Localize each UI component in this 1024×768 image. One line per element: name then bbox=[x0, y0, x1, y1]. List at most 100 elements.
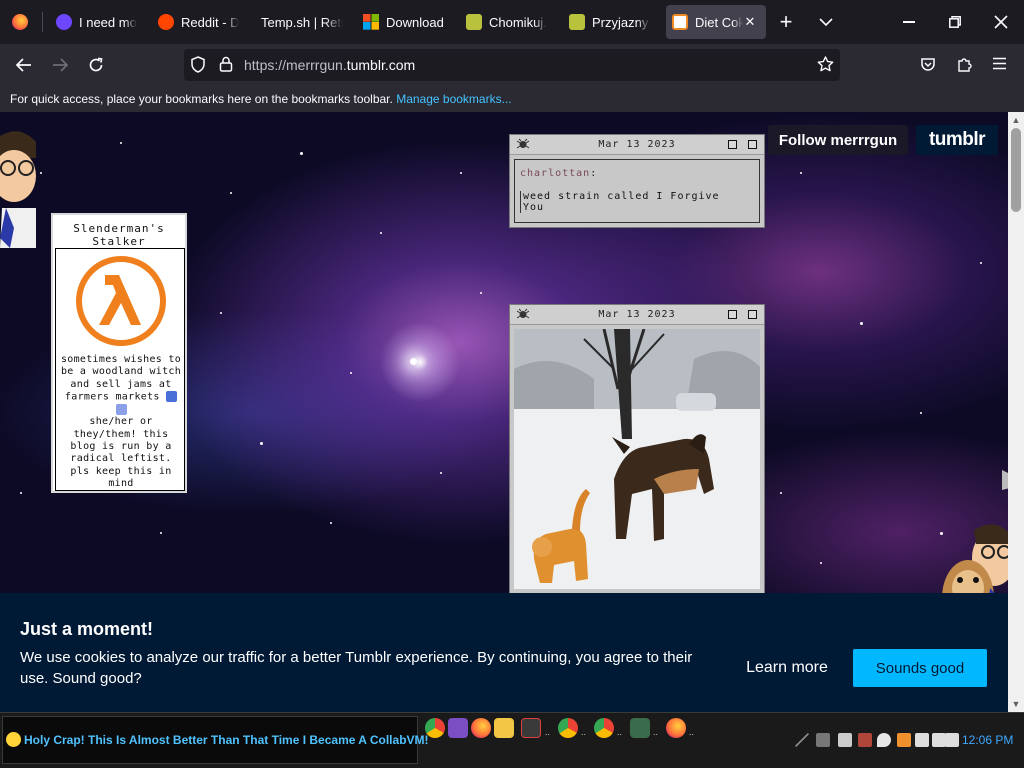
halflife-icon bbox=[672, 14, 688, 30]
app-tray-icon[interactable] bbox=[858, 733, 872, 747]
taskbar-overflow-dots: .. bbox=[653, 727, 659, 737]
restore-button[interactable] bbox=[932, 0, 978, 44]
droplet-tray-icon[interactable] bbox=[877, 733, 891, 747]
tab-label: Przyjazny d bbox=[592, 14, 650, 30]
post-minimize-button[interactable] bbox=[728, 310, 737, 319]
post-date: Mar 13 2023 bbox=[598, 309, 676, 320]
taskbar-overflow-dots: .. bbox=[617, 727, 623, 737]
bookmarks-toolbar: For quick access, place your bookmarks h… bbox=[0, 85, 1024, 112]
reload-icon bbox=[89, 57, 103, 72]
visual-studio-taskbar-icon[interactable] bbox=[448, 718, 468, 738]
extensions-icon[interactable] bbox=[956, 56, 972, 72]
new-tab-button[interactable]: + bbox=[764, 0, 808, 44]
decorative-sticker-fragment bbox=[1002, 470, 1008, 490]
chrome-taskbar-icon[interactable] bbox=[558, 718, 578, 738]
hamburger-menu-icon[interactable] bbox=[992, 57, 1007, 70]
battery-tray-icon[interactable] bbox=[945, 733, 959, 747]
close-icon bbox=[994, 15, 1008, 29]
smiley-icon[interactable] bbox=[6, 732, 21, 747]
tab-1[interactable]: I need mo bbox=[56, 0, 140, 44]
tab-active[interactable]: Diet Cok ✕ bbox=[666, 5, 766, 39]
list-all-tabs-button[interactable] bbox=[804, 0, 848, 44]
url-domain: tumblr.com bbox=[346, 57, 416, 73]
openai-icon bbox=[56, 14, 72, 30]
sounds-good-button[interactable]: Sounds good bbox=[853, 649, 987, 687]
chrome-taskbar-icon[interactable] bbox=[425, 718, 445, 738]
taskbar-overflow-dots: .. bbox=[581, 727, 587, 737]
app-tray-icon[interactable] bbox=[897, 733, 911, 747]
cookie-text: We use cookies to analyze our traffic fo… bbox=[20, 649, 693, 687]
close-window-button[interactable] bbox=[978, 0, 1024, 44]
windows-icon bbox=[363, 14, 379, 30]
scrollbar-thumb[interactable] bbox=[1011, 128, 1021, 212]
lock-icon[interactable] bbox=[219, 56, 233, 72]
back-button[interactable] bbox=[9, 50, 39, 80]
post-date: Mar 13 2023 bbox=[598, 139, 676, 150]
tab-4[interactable]: Download bbox=[363, 0, 447, 44]
app-tray-icon[interactable] bbox=[838, 733, 852, 747]
forward-button[interactable] bbox=[45, 50, 75, 80]
tab-label: Chomikuj.p bbox=[489, 14, 547, 30]
taskbar-clock[interactable]: 12:06 PM bbox=[962, 733, 1013, 747]
reddit-icon bbox=[158, 14, 174, 30]
minimize-button[interactable] bbox=[886, 0, 932, 44]
page-icon bbox=[569, 14, 585, 30]
firefox-taskbar-icon[interactable] bbox=[471, 718, 491, 738]
tracking-protection-shield-icon[interactable] bbox=[190, 56, 206, 73]
file-explorer-taskbar-icon[interactable] bbox=[494, 718, 514, 738]
url-text[interactable]: https://merrrgun.tumblr.com bbox=[244, 57, 415, 73]
cartoon-man-sticker bbox=[0, 131, 36, 248]
crystal-emoji-icon bbox=[115, 403, 127, 415]
tumblr-logo[interactable]: tumblr bbox=[916, 125, 998, 155]
url-prefix: https://merrrgun. bbox=[244, 57, 347, 73]
dog-and-cat-snow-photo[interactable] bbox=[514, 329, 760, 589]
taskbar-overflow-dots: .. bbox=[689, 727, 695, 737]
blog-description-line-1: sometimes wishes to be a woodland witch … bbox=[60, 354, 182, 403]
post-media-frame bbox=[514, 329, 760, 589]
cookie-title: Just a moment! bbox=[20, 619, 154, 639]
manage-bookmarks-link[interactable]: Manage bookmarks... bbox=[396, 92, 511, 106]
post-body-frame: charlottan: weed strain called I Forgive… bbox=[514, 159, 760, 223]
snow-scene-illustration bbox=[514, 329, 760, 589]
blog-title: Slenderman's Stalker bbox=[73, 222, 165, 248]
tab-3[interactable]: Temp.sh | Retr bbox=[261, 0, 345, 44]
tab-6[interactable]: Przyjazny d bbox=[569, 0, 653, 44]
tab-2[interactable]: Reddit - Di bbox=[158, 0, 242, 44]
scroll-down-arrow-icon[interactable]: ▼ bbox=[1008, 696, 1024, 712]
post-maximize-button[interactable] bbox=[748, 310, 757, 319]
post-author[interactable]: charlottan bbox=[520, 168, 590, 179]
tab-label: Diet Cok bbox=[695, 14, 743, 30]
close-tab-icon[interactable]: ✕ bbox=[742, 14, 758, 30]
bookmarks-message: For quick access, place your bookmarks h… bbox=[10, 92, 512, 106]
tab-firefox-view[interactable] bbox=[12, 0, 34, 44]
post-titlebar: Mar 13 2023 bbox=[510, 305, 764, 325]
scroll-up-arrow-icon[interactable]: ▲ bbox=[1008, 112, 1024, 128]
chrome-taskbar-icon[interactable] bbox=[594, 718, 614, 738]
taskbar-marquee-text: Holy Crap! This Is Almost Better Than Th… bbox=[24, 733, 429, 747]
follow-button[interactable]: Follow merrrgun bbox=[768, 125, 908, 155]
post-maximize-button[interactable] bbox=[748, 140, 757, 149]
reload-button[interactable] bbox=[81, 50, 111, 80]
lambda-avatar-icon[interactable] bbox=[75, 255, 167, 347]
tab-5[interactable]: Chomikuj.p bbox=[466, 0, 550, 44]
bookmarks-message-text: For quick access, place your bookmarks h… bbox=[10, 92, 393, 106]
bookmark-star-icon[interactable] bbox=[817, 56, 834, 72]
app-taskbar-icon[interactable] bbox=[630, 718, 650, 738]
post-photo: Mar 13 2023 bbox=[509, 304, 765, 594]
blog-description: sometimes wishes to be a woodland witch … bbox=[60, 354, 182, 490]
pin-emoji-icon bbox=[166, 390, 178, 402]
tab-label: Reddit - Di bbox=[181, 14, 239, 30]
tab-label: Download bbox=[386, 14, 444, 30]
pen-tray-icon[interactable] bbox=[795, 733, 809, 747]
post-titlebar: Mar 13 2023 bbox=[510, 135, 764, 155]
app-taskbar-icon[interactable] bbox=[521, 718, 541, 738]
volume-tray-icon[interactable] bbox=[932, 733, 946, 747]
monitor-tray-icon[interactable] bbox=[915, 733, 929, 747]
network-tray-icon[interactable] bbox=[816, 733, 830, 747]
profile-card: Slenderman's Stalker sometimes wishes to… bbox=[51, 213, 187, 493]
firefox-taskbar-icon[interactable] bbox=[666, 718, 686, 738]
pocket-icon[interactable] bbox=[920, 56, 936, 72]
post-minimize-button[interactable] bbox=[728, 140, 737, 149]
profile-inner-frame: sometimes wishes to be a woodland witch … bbox=[55, 248, 185, 491]
learn-more-button[interactable]: Learn more bbox=[732, 652, 842, 684]
